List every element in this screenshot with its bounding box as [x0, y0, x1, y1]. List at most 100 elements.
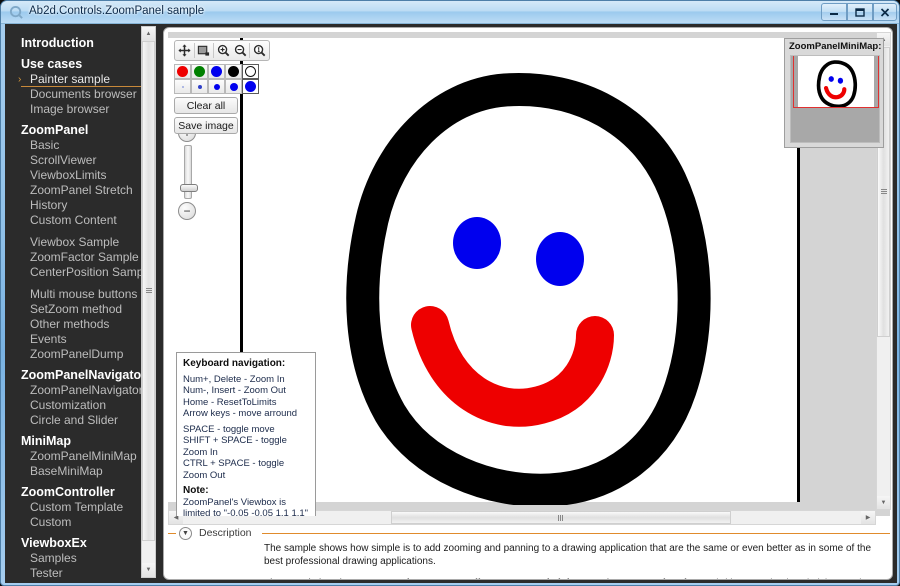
color-swatch-blue[interactable]	[208, 64, 225, 79]
sidebar-scroll-up-icon[interactable]: ▲	[142, 27, 155, 41]
tool-panel: Clear all Save image	[174, 40, 270, 134]
zoom-slider-track[interactable]	[184, 145, 192, 199]
sidebar-item-scrollviewer[interactable]: ScrollViewer	[5, 153, 159, 168]
description-label: Description	[195, 527, 256, 539]
color-swatch-white[interactable]	[242, 64, 259, 79]
scroll-grip-icon	[558, 515, 564, 521]
minimap-viewport-rect[interactable]	[793, 55, 879, 108]
description-header[interactable]: ▼ Description	[168, 526, 890, 540]
brush-size-size-1[interactable]	[174, 79, 191, 94]
scroll-right-icon[interactable]: ▶	[861, 511, 875, 524]
sidebar-item-painter-sample[interactable]: › Painter sample	[5, 72, 159, 87]
sidebar-item-zoompaneldump[interactable]: ZoomPanelDump	[5, 347, 159, 362]
zoom-slider-control[interactable]: + −	[176, 124, 200, 220]
sidebar-item-custom[interactable]: Custom	[5, 515, 159, 530]
move-tool-button[interactable]	[176, 41, 193, 60]
sidebar-group-use-cases: Use cases	[5, 56, 159, 72]
help-note-text: ZoomPanel's Viewbox is limited to "-0.05…	[183, 497, 309, 517]
minimize-icon	[828, 7, 840, 17]
sidebar-item-label: Painter sample	[30, 72, 110, 86]
sidebar-item-customization[interactable]: Customization	[5, 398, 159, 413]
scroll-down-icon[interactable]: ▼	[877, 496, 890, 509]
sidebar-item-label: Custom	[30, 515, 71, 529]
sidebar-scroll-thumb[interactable]	[142, 41, 155, 541]
close-button[interactable]	[873, 3, 897, 21]
sidebar-item-circle-and-slider[interactable]: Circle and Slider	[5, 413, 159, 428]
color-dot-icon	[228, 66, 239, 77]
minimap-body[interactable]	[790, 55, 880, 143]
content-panel: Clear all Save image + − Keyboard naviga…	[163, 27, 893, 580]
minimize-button[interactable]	[821, 3, 847, 21]
sidebar-item-label: History	[30, 198, 67, 212]
selection-arrow-icon: ›	[18, 72, 21, 87]
header-rule-left	[168, 533, 176, 534]
brush-size-dot-icon	[182, 86, 184, 88]
maximize-button[interactable]	[847, 3, 873, 21]
chevron-down-icon[interactable]: ▼	[179, 527, 192, 540]
smiley-drawing	[240, 35, 800, 505]
color-swatch-red[interactable]	[174, 64, 191, 79]
color-dot-icon	[245, 66, 256, 77]
sidebar-item-viewbox-sample[interactable]: Viewbox Sample	[5, 235, 159, 250]
sidebar-scroll-down-icon[interactable]: ▼	[142, 563, 155, 577]
zoom-panel[interactable]: Clear all Save image + − Keyboard naviga…	[168, 32, 890, 516]
window-title: Ab2d.Controls.ZoomPanel sample	[29, 5, 204, 17]
scroll-grip-icon	[881, 189, 887, 195]
sidebar-item-centerposition-sample[interactable]: CenterPosition Sample	[5, 265, 159, 280]
sidebar-item-multi-mouse-buttons[interactable]: Multi mouse buttons	[5, 287, 159, 302]
sidebar-item-history[interactable]: History	[5, 198, 159, 213]
zoom-out-tool-button[interactable]	[232, 41, 249, 60]
sidebar-item-baseminimap[interactable]: BaseMiniMap	[5, 464, 159, 479]
zoom-slider-thumb[interactable]	[180, 184, 198, 192]
brush-size-size-5[interactable]	[242, 79, 259, 94]
brush-size-size-2[interactable]	[191, 79, 208, 94]
sidebar-item-viewboxlimits[interactable]: ViewboxLimits	[5, 168, 159, 183]
help-toggle-line-0: SPACE - toggle move	[183, 424, 309, 436]
sidebar-item-basic[interactable]: Basic	[5, 138, 159, 153]
sidebar-group-viewboxex: ViewboxEx	[5, 535, 159, 551]
left-eye	[453, 217, 501, 269]
minimap-panel[interactable]: ZoomPanelMiniMap:	[784, 38, 884, 148]
sidebar-item-other-methods[interactable]: Other methods	[5, 317, 159, 332]
header-rule-right	[262, 533, 890, 534]
save-image-button[interactable]: Save image	[174, 117, 238, 134]
sidebar-item-tester[interactable]: Tester	[5, 566, 159, 581]
brush-size-size-3[interactable]	[208, 79, 225, 94]
close-icon	[879, 7, 891, 18]
sidebar-group-introduction: Introduction	[5, 35, 159, 51]
select-rectangle-tool-button[interactable]	[196, 41, 213, 60]
move-cross-icon	[178, 44, 191, 57]
sidebar-item-zoompanelnavigator[interactable]: ZoomPanelNavigator	[5, 383, 159, 398]
sidebar-item-label: Samples	[30, 551, 77, 565]
color-swatch-green[interactable]	[191, 64, 208, 79]
zoom-in-tool-button[interactable]	[215, 41, 232, 60]
keyboard-navigation-help: Keyboard navigation: Num+, Delete - Zoom…	[176, 352, 316, 516]
sidebar-item-label: ZoomPanel Stretch	[30, 183, 133, 197]
sidebar-item-documents-browser[interactable]: Documents browser	[5, 87, 159, 102]
app-icon	[9, 5, 24, 20]
sidebar-item-setzoom-method[interactable]: SetZoom method	[5, 302, 159, 317]
sidebar-item-custom-template[interactable]: Custom Template	[5, 500, 159, 515]
sidebar-item-label: Custom Content	[30, 213, 117, 227]
sidebar-item-label: Image browser	[30, 102, 109, 116]
horizontal-scroll-thumb[interactable]	[391, 511, 731, 524]
drawing-canvas[interactable]	[240, 32, 800, 502]
sidebar-item-image-browser[interactable]: Image browser	[5, 102, 159, 117]
zoom-reset-tool-button[interactable]	[251, 41, 268, 60]
sidebar-item-label: Customization	[30, 398, 106, 412]
sidebar-item-samples[interactable]: Samples	[5, 551, 159, 566]
sidebar-item-zoomfactor-sample[interactable]: ZoomFactor Sample	[5, 250, 159, 265]
sidebar-item-custom-content[interactable]: Custom Content	[5, 213, 159, 228]
sidebar-spacer	[5, 228, 159, 235]
sidebar-item-label: BaseMiniMap	[30, 464, 103, 478]
zoom-out-button[interactable]: −	[178, 202, 196, 220]
sidebar-item-zoompanelminimap[interactable]: ZoomPanelMiniMap	[5, 449, 159, 464]
help-line-0: Num+, Delete - Zoom In	[183, 374, 309, 386]
color-palette	[174, 64, 262, 94]
clear-all-button[interactable]: Clear all	[174, 97, 238, 114]
sidebar-scrollbar[interactable]: ▲ ▼	[141, 26, 156, 578]
color-swatch-black[interactable]	[225, 64, 242, 79]
brush-size-size-4[interactable]	[225, 79, 242, 94]
sidebar-item-events[interactable]: Events	[5, 332, 159, 347]
sidebar-item-zoompanel-stretch[interactable]: ZoomPanel Stretch	[5, 183, 159, 198]
